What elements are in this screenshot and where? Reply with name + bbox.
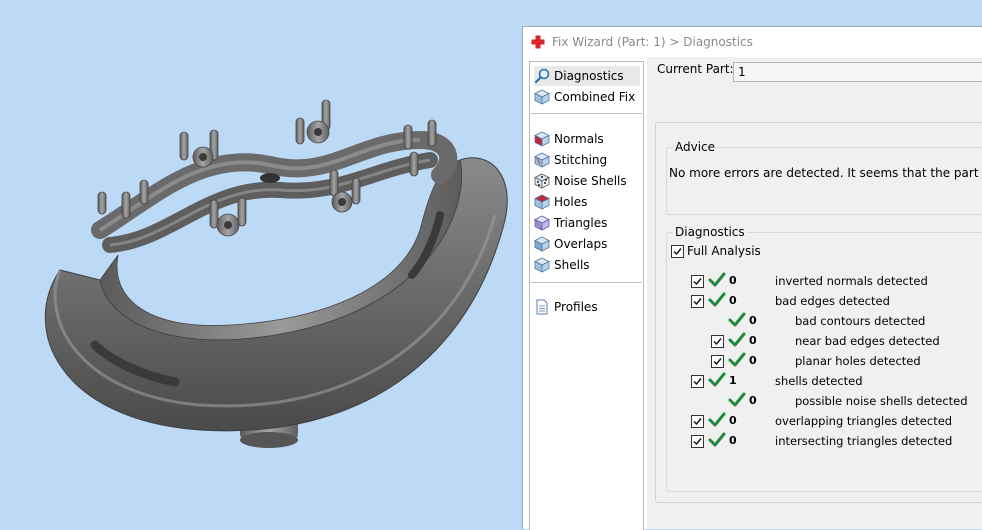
nav-label: Profiles (554, 300, 598, 314)
nav-label: Combined Fix (554, 90, 636, 104)
bad-edges-label: bad edges detected (775, 294, 890, 308)
nav-item-combined-fix[interactable]: Combined Fix (534, 87, 640, 107)
nav-separator (531, 282, 642, 283)
ring-model (44, 99, 508, 448)
bad-contours-count: 0 (749, 314, 757, 327)
noise-shells-count: 0 (749, 394, 757, 407)
advice-title: Advice (673, 140, 718, 154)
nav-item-stitching[interactable]: Stitching (534, 150, 640, 170)
inverted-normals-checkbox[interactable] (691, 275, 704, 288)
green-check-icon (728, 392, 746, 407)
advice-group: Advice No more errors are detected. It s… (666, 140, 982, 215)
diagnostics-panel: Advice No more errors are detected. It s… (655, 122, 982, 503)
nav-item-noise-shells[interactable]: Noise Shells (534, 171, 640, 191)
nav-label: Normals (554, 132, 604, 146)
magnifier-icon (534, 68, 550, 84)
overlaps-cube-icon (534, 236, 550, 252)
nav-item-triangles[interactable]: Triangles (534, 213, 640, 233)
overlapping-triangles-label: overlapping triangles detected (775, 414, 953, 428)
stitching-cube-icon (534, 152, 550, 168)
red-cross-icon (531, 35, 545, 49)
green-check-icon (708, 432, 726, 447)
nav-label: Diagnostics (554, 69, 624, 83)
holes-cube-icon (534, 194, 550, 210)
nav-item-profiles[interactable]: Profiles (534, 297, 640, 317)
fix-wizard-window: Fix Wizard (Part: 1) > Diagnostics Diagn… (522, 26, 982, 530)
shells-cube-icon (534, 257, 550, 273)
near-bad-edges-checkbox[interactable] (711, 335, 724, 348)
current-part-label: Current Part: (657, 62, 734, 76)
nav-separator (531, 113, 642, 114)
planar-holes-checkbox[interactable] (711, 355, 724, 368)
noise-shells-label: possible noise shells detected (795, 394, 968, 408)
near-bad-edges-label: near bad edges detected (795, 334, 940, 348)
nav-label: Noise Shells (554, 174, 627, 188)
noise-shells-cube-icon (534, 173, 550, 189)
nav-label: Shells (554, 258, 590, 272)
green-check-icon (728, 332, 746, 347)
shells-checkbox[interactable] (691, 375, 704, 388)
green-check-icon (708, 272, 726, 287)
planar-holes-label: planar holes detected (795, 354, 921, 368)
nav-item-shells[interactable]: Shells (534, 255, 640, 275)
diagnostics-group: Diagnostics Full Analysis 0 inverted nor… (666, 225, 982, 492)
advice-text: No more errors are detected. It seems th… (669, 166, 982, 180)
green-check-icon (728, 312, 746, 327)
intersecting-triangles-checkbox[interactable] (691, 435, 704, 448)
nav-label: Holes (554, 195, 588, 209)
current-part-field[interactable]: 1 (733, 62, 982, 82)
full-analysis-checkbox[interactable] (671, 245, 684, 258)
nav-item-overlaps[interactable]: Overlaps (534, 234, 640, 254)
intersecting-triangles-count: 0 (729, 434, 737, 447)
green-check-icon (708, 412, 726, 427)
inverted-normals-label: inverted normals detected (775, 274, 928, 288)
near-bad-edges-count: 0 (749, 334, 757, 347)
nav-item-normals[interactable]: Normals (534, 129, 640, 149)
nav-item-diagnostics[interactable]: Diagnostics (534, 66, 640, 86)
nav-item-holes[interactable]: Holes (534, 192, 640, 212)
bad-edges-checkbox[interactable] (691, 295, 704, 308)
planar-holes-count: 0 (749, 354, 757, 367)
shells-label: shells detected (775, 374, 863, 388)
overlapping-triangles-count: 0 (729, 414, 737, 427)
nav-label: Stitching (554, 153, 608, 167)
shells-count: 1 (729, 374, 737, 387)
bad-contours-label: bad contours detected (795, 314, 926, 328)
normals-cube-icon (534, 131, 550, 147)
green-check-icon (708, 372, 726, 387)
cube-icon (534, 89, 550, 105)
intersecting-triangles-label: intersecting triangles detected (775, 434, 953, 448)
green-check-icon (728, 352, 746, 367)
window-title: Fix Wizard (Part: 1) > Diagnostics (552, 35, 753, 49)
overlapping-triangles-checkbox[interactable] (691, 415, 704, 428)
wizard-nav: Diagnostics Combined Fix Normals Stitchi… (529, 61, 644, 530)
inverted-normals-count: 0 (729, 274, 737, 287)
diagnostics-title: Diagnostics (673, 225, 747, 239)
nav-label: Overlaps (554, 237, 608, 251)
title-bar[interactable]: Fix Wizard (Part: 1) > Diagnostics (523, 27, 982, 57)
triangles-cube-icon (534, 215, 550, 231)
bad-edges-count: 0 (729, 294, 737, 307)
full-analysis-label: Full Analysis (687, 244, 761, 258)
wizard-content: Current Part: 1 Advice No more errors ar… (647, 57, 982, 529)
3d-viewport[interactable] (0, 0, 522, 528)
nav-label: Triangles (554, 216, 608, 230)
green-check-icon (708, 292, 726, 307)
document-icon (536, 299, 548, 315)
